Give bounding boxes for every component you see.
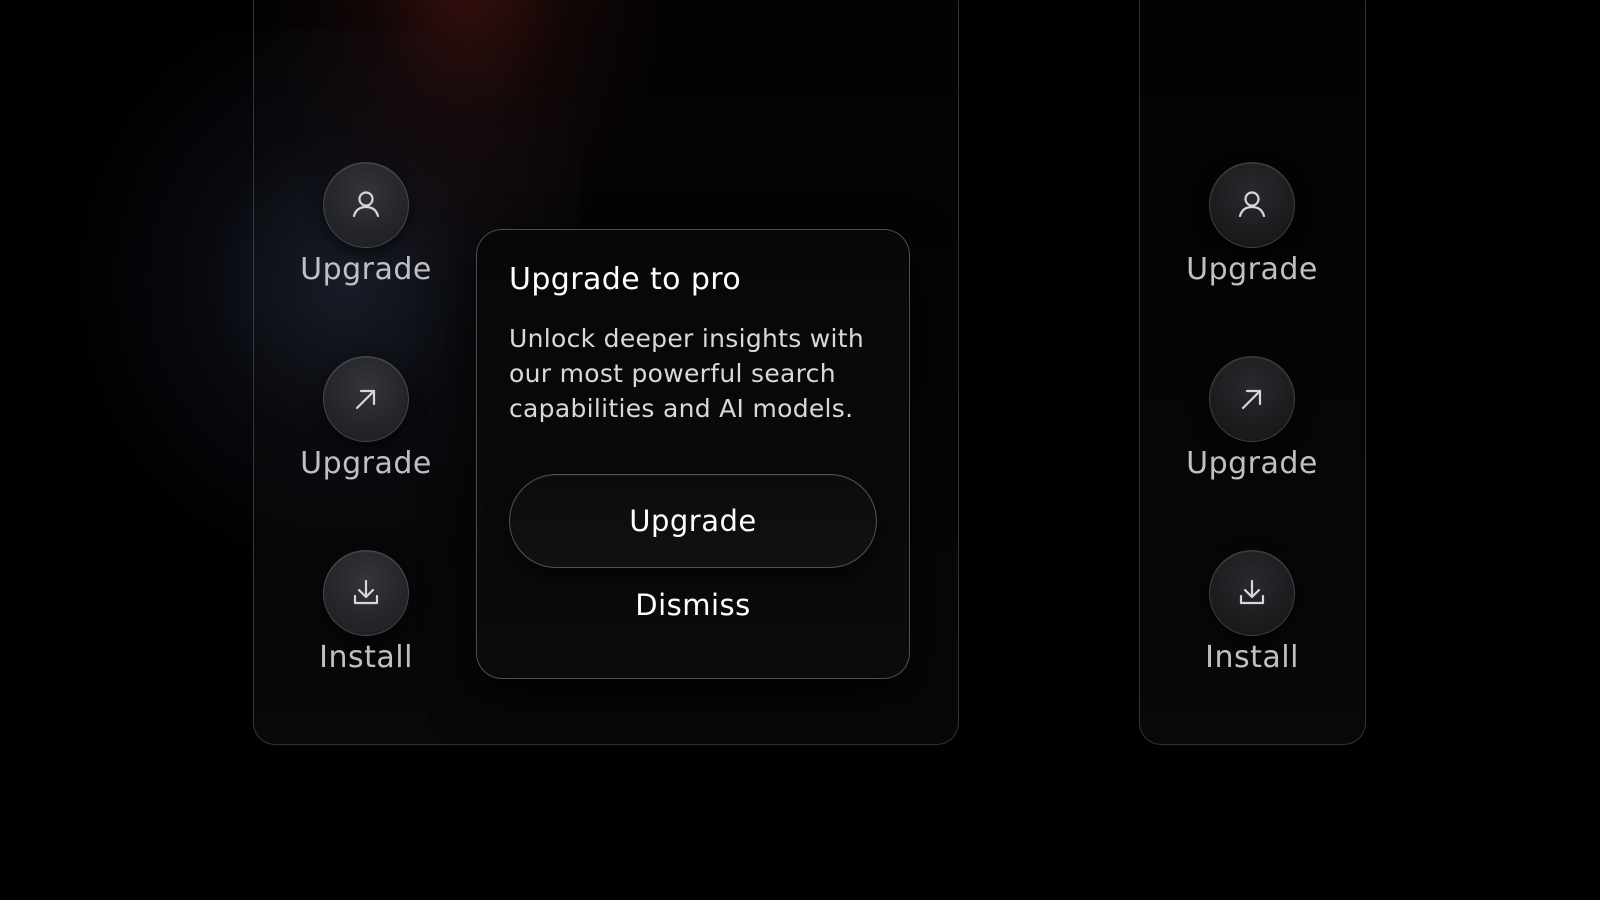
upgrade-button[interactable]: Upgrade — [509, 474, 877, 568]
rail-item-label: Install — [1205, 640, 1299, 675]
arrow-up-right-icon[interactable] — [1209, 356, 1295, 442]
rail-item-label: Upgrade — [300, 446, 432, 481]
rail-item-label: Upgrade — [1186, 252, 1318, 287]
rail-item-install[interactable]: Install — [1172, 550, 1332, 675]
right-sidebar-panel: Upgrade Upgrade Install — [1139, 0, 1366, 745]
rail-item-upgrade-link[interactable]: Upgrade — [286, 356, 446, 481]
arrow-up-right-icon[interactable] — [323, 356, 409, 442]
download-icon[interactable] — [1209, 550, 1295, 636]
upgrade-popover: Upgrade to pro Unlock deeper insights wi… — [476, 229, 910, 679]
app-canvas: Upgrade Upgrade Install Upgrade Upgrade … — [0, 0, 1600, 900]
rail-item-upgrade-account[interactable]: Upgrade — [286, 162, 446, 287]
rail-item-upgrade-account[interactable]: Upgrade — [1172, 162, 1332, 287]
rail-item-install[interactable]: Install — [286, 550, 446, 675]
user-icon[interactable] — [323, 162, 409, 248]
rail-item-upgrade-link[interactable]: Upgrade — [1172, 356, 1332, 481]
popover-description: Unlock deeper insights with our most pow… — [509, 324, 865, 423]
download-icon[interactable] — [323, 550, 409, 636]
popover-title: Upgrade to pro — [509, 262, 742, 297]
rail-item-label: Upgrade — [300, 252, 432, 287]
rail-item-label: Install — [319, 640, 413, 675]
dismiss-button[interactable]: Dismiss — [509, 580, 877, 630]
user-icon[interactable] — [1209, 162, 1295, 248]
rail-item-label: Upgrade — [1186, 446, 1318, 481]
